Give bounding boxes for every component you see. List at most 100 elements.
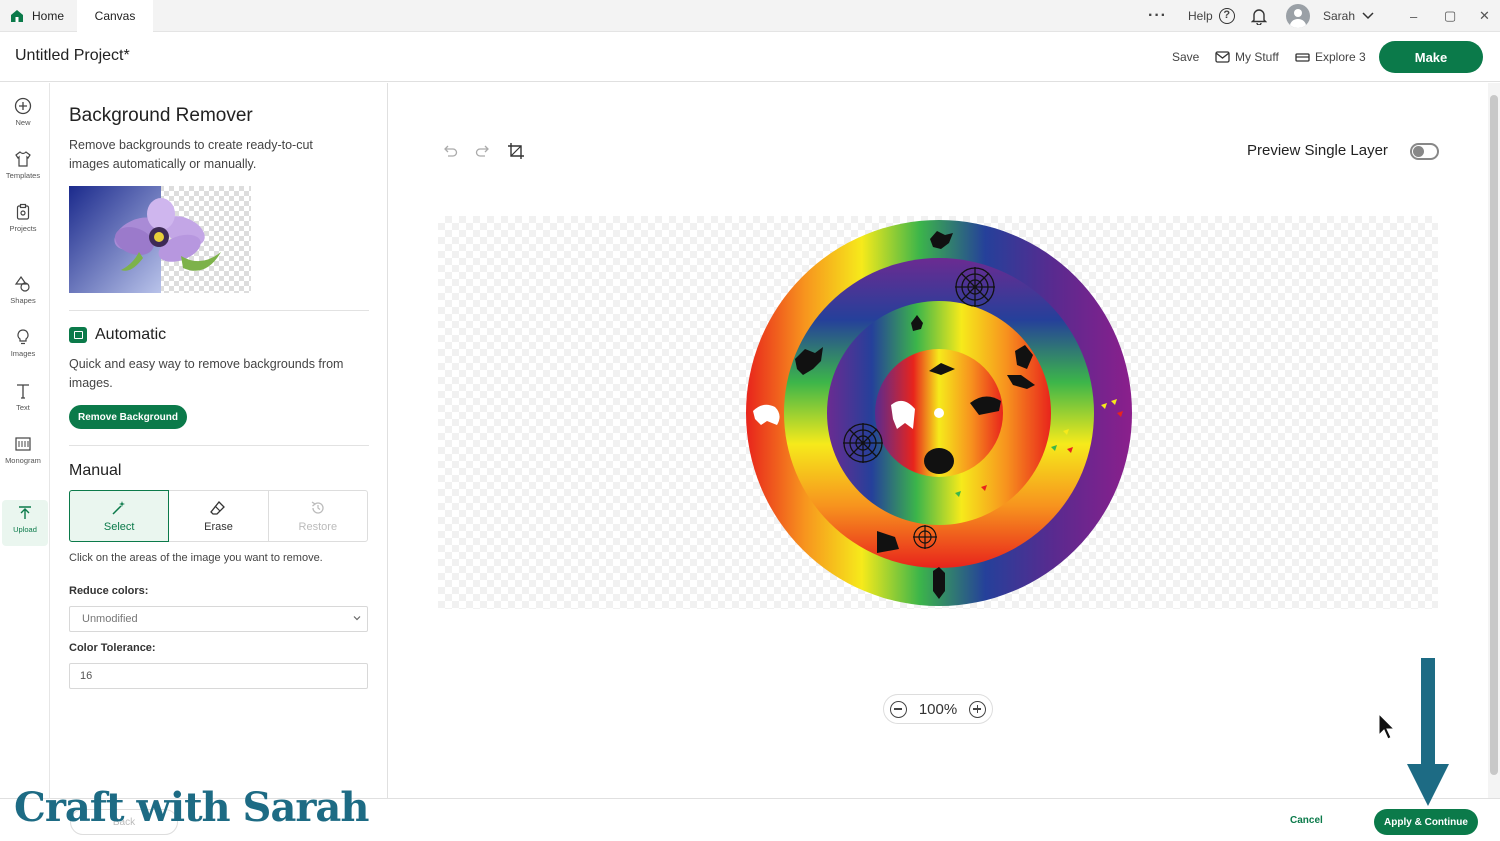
automatic-icon	[69, 327, 87, 343]
help-icon: ?	[1218, 8, 1235, 24]
lightbulb-icon	[17, 329, 29, 345]
maximize-button[interactable]: ▢	[1444, 0, 1456, 32]
rail-item-new[interactable]: New	[0, 93, 46, 137]
machine-label: Explore 3	[1315, 50, 1366, 64]
automatic-section-title: Automatic	[69, 326, 166, 344]
manual-hint: Click on the areas of the image you want…	[69, 552, 323, 564]
restore-tool-button[interactable]: Restore	[269, 491, 367, 541]
background-remover-panel: Background Remover Remove backgrounds to…	[51, 83, 388, 798]
crop-icon[interactable]	[507, 142, 525, 160]
preview-thumbnail	[69, 186, 251, 293]
zoom-out-icon[interactable]	[890, 700, 907, 718]
rail-label: Projects	[9, 224, 37, 233]
manual-tool-selector: Select Erase Restore	[69, 490, 368, 542]
project-title[interactable]: Untitled Project*	[15, 47, 130, 65]
left-rail: New Templates Projects Shapes Images Tex…	[0, 83, 50, 841]
reduce-colors-label: Reduce colors:	[69, 585, 149, 597]
vertical-scrollbar[interactable]	[1488, 83, 1500, 798]
undo-icon[interactable]	[441, 142, 459, 160]
manual-section-title: Manual	[69, 462, 122, 479]
rail-label: Text	[16, 403, 30, 412]
my-stuff-label: My Stuff	[1235, 50, 1279, 64]
uploaded-image[interactable]	[745, 219, 1133, 607]
preview-single-layer-label: Preview Single Layer	[1247, 142, 1388, 159]
user-name: Sarah	[1323, 9, 1356, 23]
shapes-icon	[14, 275, 30, 292]
minimize-button[interactable]: –	[1410, 0, 1417, 32]
rail-item-templates[interactable]: Templates	[0, 146, 46, 190]
tab-home[interactable]: Home	[0, 0, 76, 32]
panel-description: Remove backgrounds to create ready-to-cu…	[69, 138, 313, 171]
zoom-in-icon[interactable]	[969, 700, 986, 718]
rail-item-shapes[interactable]: Shapes	[0, 271, 46, 315]
more-menu-button[interactable]: ···	[1148, 0, 1167, 32]
redo-icon[interactable]	[474, 142, 492, 160]
rail-label: Images	[10, 349, 36, 358]
divider	[69, 310, 369, 311]
rail-item-monogram[interactable]: Monogram	[0, 431, 46, 475]
chevron-down-icon	[1362, 12, 1374, 20]
restore-tool-label: Restore	[298, 520, 338, 533]
erase-tool-button[interactable]: Erase	[169, 491, 269, 541]
restore-icon	[311, 500, 324, 514]
upload-icon	[19, 506, 31, 519]
rail-label: Upload	[13, 525, 37, 534]
rail-label: Templates	[5, 171, 41, 180]
eraser-icon	[210, 500, 226, 515]
avatar	[1286, 4, 1310, 28]
preview-single-layer-toggle[interactable]	[1410, 143, 1439, 160]
chevron-down-icon	[353, 616, 361, 621]
tab-canvas-label: Canvas	[94, 9, 136, 23]
rail-item-projects[interactable]: Projects	[0, 199, 46, 243]
plus-circle-icon	[14, 97, 32, 115]
project-header: Untitled Project* Save My Stuff Explore …	[0, 32, 1500, 82]
make-button[interactable]: Make	[1379, 41, 1483, 73]
my-stuff-button[interactable]: My Stuff	[1215, 50, 1279, 64]
cancel-button[interactable]: Cancel	[1290, 815, 1323, 826]
color-tolerance-label: Color Tolerance:	[69, 642, 156, 654]
close-window-button[interactable]: ✕	[1479, 0, 1490, 32]
automatic-title-label: Automatic	[95, 326, 167, 343]
color-tolerance-input[interactable]: 16	[69, 663, 368, 689]
save-button[interactable]: Save	[1172, 50, 1199, 64]
shirt-icon	[15, 151, 31, 167]
rail-label: Shapes	[10, 296, 36, 305]
reduce-colors-select[interactable]: Unmodified	[69, 606, 368, 632]
zoom-value: 100%	[918, 700, 958, 718]
help-button[interactable]: Help ?	[1188, 0, 1235, 32]
select-tool-button[interactable]: Select	[69, 490, 170, 542]
rail-label: Monogram	[5, 456, 41, 465]
rail-item-upload[interactable]: Upload	[2, 500, 48, 546]
help-label: Help	[1188, 9, 1213, 23]
tab-home-label: Home	[32, 9, 65, 23]
rail-label: New	[15, 118, 31, 127]
automatic-description: Quick and easy way to remove backgrounds…	[69, 357, 344, 390]
select-tool-label: Select	[103, 520, 135, 533]
machine-icon	[1295, 52, 1310, 62]
tab-canvas[interactable]: Canvas	[77, 0, 153, 32]
canvas-area: Preview Single Layer 100%	[389, 83, 1488, 798]
notifications-button[interactable]	[1251, 0, 1267, 32]
mouse-cursor-icon	[1378, 713, 1396, 740]
remove-background-button[interactable]: Remove Background	[69, 405, 187, 429]
machine-selector[interactable]: Explore 3	[1295, 50, 1366, 64]
bell-icon	[1251, 8, 1267, 25]
zoom-control: 100%	[883, 694, 993, 724]
erase-tool-label: Erase	[204, 520, 233, 533]
envelope-icon	[1215, 51, 1230, 63]
rail-item-images[interactable]: Images	[0, 324, 46, 368]
divider	[69, 445, 369, 446]
panel-title: Background Remover	[69, 105, 253, 126]
scrollbar-thumb[interactable]	[1490, 95, 1498, 775]
monogram-icon	[15, 437, 31, 451]
user-menu[interactable]: Sarah	[1286, 0, 1375, 32]
text-icon	[17, 384, 29, 399]
watermark-logo: Craft with Sarah	[14, 784, 369, 831]
home-icon	[11, 10, 23, 22]
title-bar: Home Canvas ··· Help ? Sarah – ▢ ✕	[0, 0, 1500, 32]
rail-item-text[interactable]: Text	[0, 378, 46, 422]
reduce-colors-value: Unmodified	[82, 613, 138, 625]
clipboard-icon	[16, 203, 30, 220]
annotation-arrow	[1407, 658, 1449, 806]
apply-continue-button[interactable]: Apply & Continue	[1374, 809, 1478, 835]
